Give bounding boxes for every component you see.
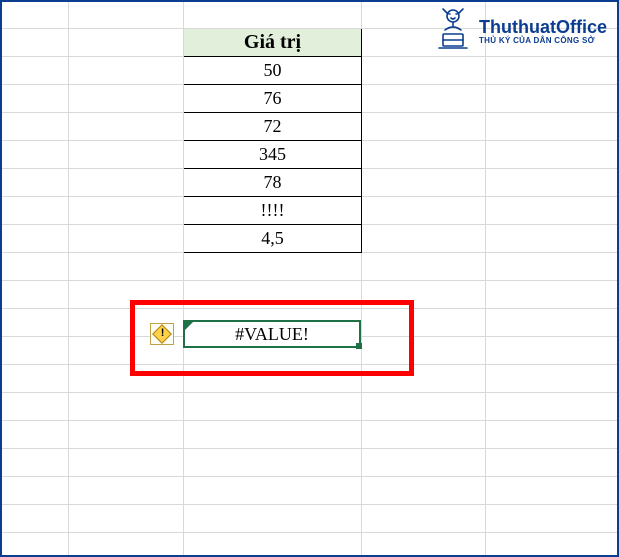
table-row[interactable]: 78 [184, 169, 362, 197]
table-row[interactable]: !!!! [184, 197, 362, 225]
brand-logo: ThuthuatOffice THỦ KÝ CỦA DÂN CÔNG SỞ [433, 6, 607, 56]
table-row[interactable]: 50 [184, 57, 362, 85]
error-warning-button[interactable] [150, 323, 174, 345]
table-row[interactable]: 72 [184, 113, 362, 141]
warning-icon [152, 324, 172, 344]
spreadsheet-grid[interactable]: Giá trị 50 76 72 345 78 !!!! 4,5 [0, 0, 619, 557]
error-indicator-triangle [185, 322, 193, 330]
selected-error-cell[interactable]: #VALUE! [183, 320, 361, 348]
logo-subtitle: THỦ KÝ CỦA DÂN CÔNG SỞ [479, 36, 607, 45]
logo-mascot-icon [433, 6, 473, 56]
table-row[interactable]: 76 [184, 85, 362, 113]
table-row[interactable]: 4,5 [184, 225, 362, 253]
table-header[interactable]: Giá trị [184, 29, 362, 57]
error-cell-value: #VALUE! [235, 324, 309, 344]
logo-title: ThuthuatOffice [479, 18, 607, 36]
table-row[interactable]: 345 [184, 141, 362, 169]
